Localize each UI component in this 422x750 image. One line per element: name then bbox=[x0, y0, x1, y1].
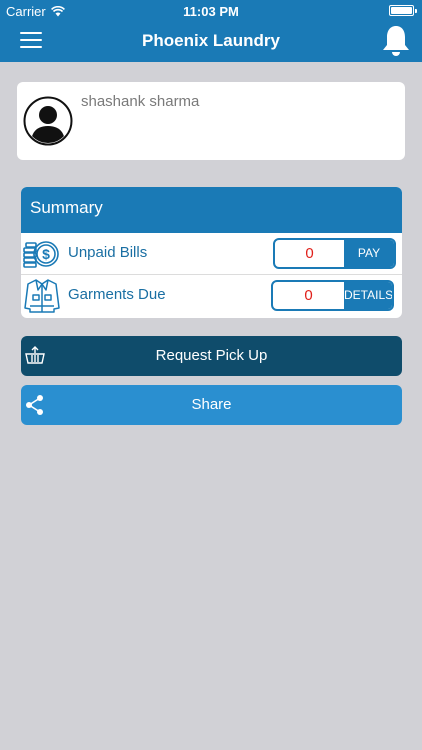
status-bar: Carrier 11:03 PM bbox=[0, 0, 422, 22]
unpaid-bills-row: $ Unpaid Bills 0 PAY bbox=[21, 233, 402, 275]
unpaid-bills-control: 0 PAY bbox=[273, 238, 396, 269]
svg-text:$: $ bbox=[42, 246, 50, 262]
jacket-icon bbox=[24, 279, 60, 313]
user-name: shashank sharma bbox=[81, 93, 200, 110]
navigation-bar: Phoenix Laundry bbox=[0, 22, 422, 62]
details-button[interactable]: DETAILS bbox=[344, 282, 392, 309]
garments-due-control: 0 DETAILS bbox=[271, 280, 394, 311]
share-label: Share bbox=[191, 396, 232, 413]
profile-card: shashank sharma bbox=[17, 82, 405, 160]
pickup-basket-icon bbox=[25, 346, 45, 364]
unpaid-bills-value: 0 bbox=[305, 245, 314, 262]
summary-title: Summary bbox=[21, 187, 402, 233]
garments-due-row: Garments Due 0 DETAILS bbox=[21, 275, 402, 318]
garments-due-label: Garments Due bbox=[68, 286, 166, 303]
unpaid-bills-label: Unpaid Bills bbox=[68, 244, 148, 261]
share-button[interactable]: Share bbox=[21, 385, 402, 425]
battery-icon bbox=[389, 5, 417, 16]
garments-due-value: 0 bbox=[304, 287, 313, 304]
share-icon bbox=[26, 395, 43, 415]
app-title: Phoenix Laundry bbox=[142, 31, 280, 50]
request-pickup-label: Request Pick Up bbox=[155, 347, 268, 364]
coins-dollar-icon: $ bbox=[23, 241, 59, 268]
summary-card: Summary $ Unpaid Bills 0 PAY Garments Du… bbox=[21, 187, 402, 318]
request-pickup-button[interactable]: Request Pick Up bbox=[21, 336, 402, 376]
bell-icon[interactable] bbox=[380, 24, 412, 58]
pay-button[interactable]: PAY bbox=[344, 240, 394, 267]
user-avatar-icon bbox=[23, 96, 73, 146]
clock: 11:03 PM bbox=[183, 4, 239, 19]
